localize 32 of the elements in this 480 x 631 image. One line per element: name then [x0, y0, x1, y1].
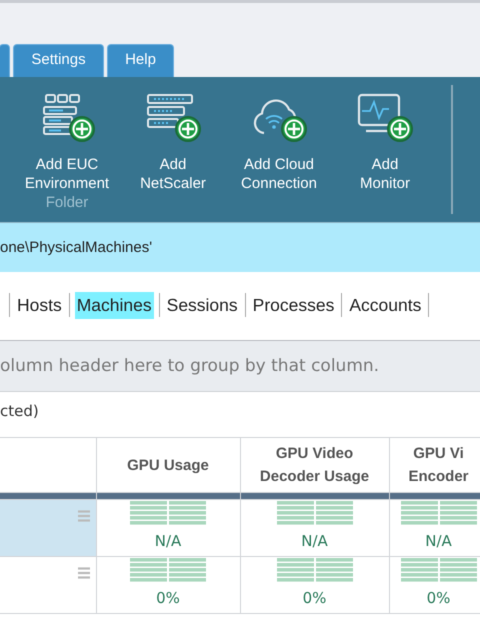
meter-icon [130, 501, 206, 525]
drag-handle-icon[interactable] [78, 567, 90, 579]
meter-icon [130, 558, 206, 582]
view-tab[interactable]: Accounts [347, 292, 424, 318]
ribbon-button[interactable]: Add Cloud Connection [226, 77, 332, 222]
menu-tab[interactable]: Help [107, 44, 174, 77]
path-text: one\PhysicalMachines' [0, 239, 152, 256]
view-tab[interactable]: Hosts [15, 292, 64, 318]
menu-tab[interactable] [0, 44, 10, 77]
meter-icon [276, 558, 352, 582]
view-tab[interactable]: Machines [74, 292, 154, 318]
menu-tab[interactable]: Settings [13, 44, 104, 77]
group-by-hint: olumn header here to group by that column. [0, 356, 380, 376]
meter-icon [400, 501, 476, 525]
ribbon-button[interactable]: Add NetScaler [120, 77, 226, 222]
monitor-add-icon [356, 93, 414, 143]
selection-note: cted) [0, 402, 39, 420]
table-cell-text: N/A [300, 532, 329, 550]
table-cell-text: N/A [424, 532, 453, 550]
table-cell-text: 0% [426, 589, 452, 607]
view-tab[interactable]: Sessions [164, 292, 240, 318]
view-tab[interactable]: Processes [250, 292, 336, 318]
drag-handle-icon[interactable] [78, 510, 90, 522]
ribbon-button[interactable]: Add EUC Environment Folder [14, 77, 120, 222]
table-cell-text: 0% [302, 589, 328, 607]
table-cell-text: 0% [155, 589, 181, 607]
selected-row-cell[interactable] [0, 500, 96, 556]
meter-icon [276, 501, 352, 525]
server-add-icon [144, 93, 202, 143]
table-cell-text: N/A [154, 532, 182, 550]
meter-icon [400, 558, 476, 582]
ribbon-button[interactable]: Add Monitor [332, 77, 438, 222]
